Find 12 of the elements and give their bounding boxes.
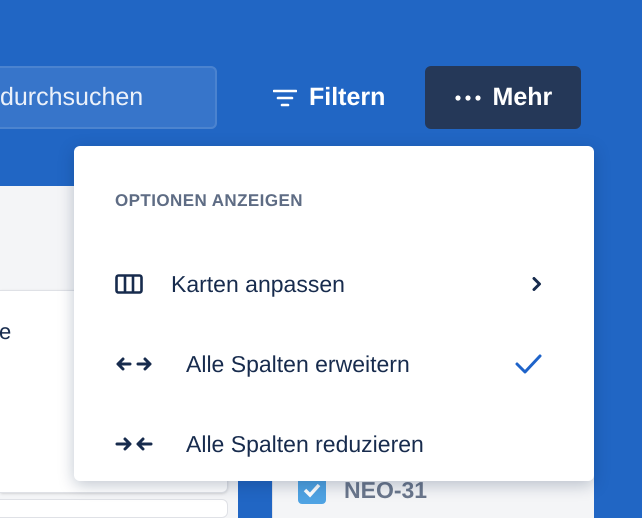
more-button[interactable]: Mehr xyxy=(425,66,582,129)
menu-heading: OPTIONEN ANZEIGEN xyxy=(114,190,304,212)
filter-icon xyxy=(273,88,297,108)
columns-icon xyxy=(115,274,143,294)
expand-arrows-icon xyxy=(115,357,153,371)
card-text: e xyxy=(0,321,12,344)
menu-item[interactable]: Alle Spalten erweitern xyxy=(74,324,594,404)
collapse-arrows-icon xyxy=(115,437,153,451)
filter-button[interactable]: Filtern xyxy=(269,66,390,129)
more-icon xyxy=(454,94,481,100)
menu-item[interactable]: Karten anpassen xyxy=(74,244,594,324)
issue-key: NEO-31 xyxy=(344,473,428,508)
